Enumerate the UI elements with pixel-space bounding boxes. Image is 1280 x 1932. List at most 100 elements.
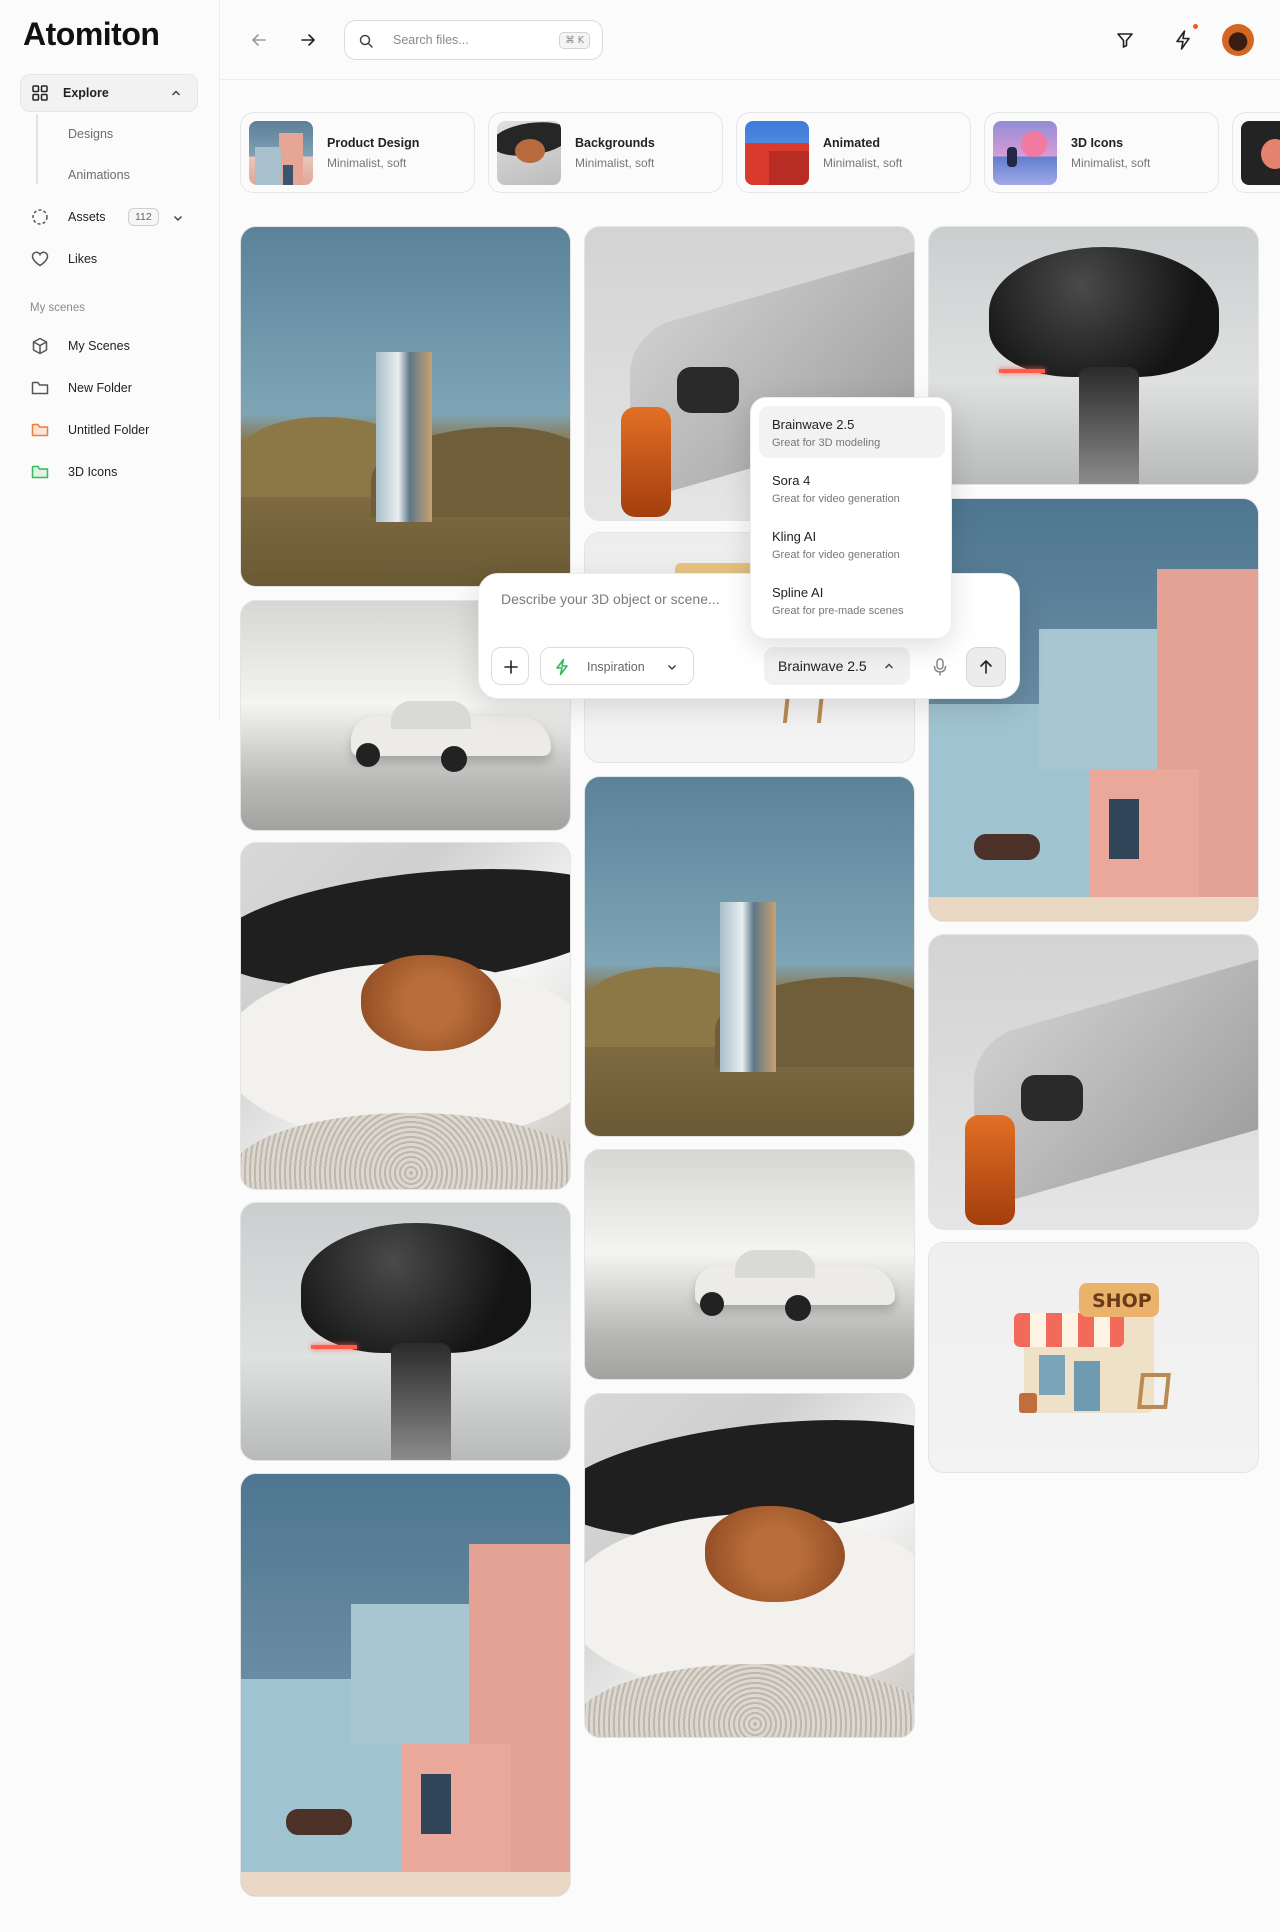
prompt-input[interactable]: Describe your 3D object or scene... — [501, 591, 720, 607]
arrow-up-icon — [980, 660, 992, 674]
chevron-down-icon — [667, 664, 677, 671]
sidebar-item-label: Likes — [68, 252, 98, 266]
search-box[interactable]: Search files... ⌘ K — [344, 20, 603, 60]
sidebar-item-my-scenes[interactable]: My Scenes — [30, 335, 130, 357]
folder-icon — [31, 423, 49, 437]
heart-icon — [31, 251, 49, 267]
helmet-shape — [989, 247, 1219, 377]
category-title: Animated — [823, 136, 880, 150]
model-dropdown-menu: Brainwave 2.5 Great for 3D modeling Sora… — [750, 397, 952, 639]
model-option-name: Brainwave 2.5 — [772, 417, 855, 432]
model-option-kling[interactable]: Kling AI Great for video generation — [759, 518, 945, 570]
section-label-my-scenes: My scenes — [30, 302, 85, 314]
gallery-card-monolith-2[interactable] — [584, 776, 915, 1137]
sidebar-item-label: My Scenes — [68, 339, 130, 353]
gallery-card-helmet[interactable] — [240, 1202, 571, 1461]
category-chip-backgrounds[interactable]: Backgrounds Minimalist, soft — [488, 112, 723, 193]
category-chip-animated[interactable]: Animated Minimalist, soft — [736, 112, 971, 193]
model-option-name: Spline AI — [772, 585, 824, 600]
helmet-shape — [301, 1223, 531, 1353]
mirror-monolith — [376, 352, 432, 522]
horse-figure — [974, 834, 1040, 860]
mirror-monolith — [720, 902, 776, 1072]
model-selector-label: Brainwave 2.5 — [778, 658, 867, 674]
subnav-line — [36, 114, 38, 184]
shop-awning — [1014, 1313, 1124, 1347]
app-logo[interactable]: Atomiton — [23, 16, 160, 53]
gallery-card-fabric-2[interactable] — [584, 1393, 915, 1738]
add-button[interactable] — [491, 647, 529, 685]
category-title: Backgrounds — [575, 136, 655, 150]
gallery-card-device-2[interactable] — [928, 934, 1259, 1230]
folder-icon — [31, 381, 49, 395]
model-option-sora[interactable]: Sora 4 Great for video generation — [759, 462, 945, 514]
textured-oval — [705, 1506, 845, 1602]
microphone-icon[interactable] — [932, 657, 948, 677]
chevron-up-icon — [884, 663, 894, 669]
category-chip-product-design[interactable]: Product Design Minimalist, soft — [240, 112, 475, 193]
folder-icon — [31, 465, 49, 479]
model-option-spline[interactable]: Spline AI Great for pre-made scenes — [759, 574, 945, 626]
cube-icon — [32, 337, 48, 355]
horse-figure — [286, 1809, 352, 1835]
model-option-name: Sora 4 — [772, 473, 811, 488]
inspiration-dropdown[interactable]: Inspiration — [540, 647, 694, 685]
sidebar-item-assets[interactable]: Assets — [30, 206, 106, 228]
category-subtitle: Minimalist, soft — [1071, 156, 1151, 170]
back-arrow-icon[interactable] — [249, 30, 269, 50]
chevron-down-icon[interactable] — [171, 211, 185, 225]
category-subtitle: Minimalist, soft — [823, 156, 903, 170]
model-option-desc: Great for pre-made scenes — [772, 605, 904, 617]
textured-oval — [361, 955, 501, 1051]
sidebar-item-label: 3D Icons — [68, 465, 118, 479]
filter-icon[interactable] — [1115, 30, 1135, 50]
category-thumbnail — [249, 121, 313, 185]
category-thumbnail — [1241, 121, 1280, 185]
gallery-card-pink-building[interactable] — [240, 1473, 571, 1897]
inspiration-label: Inspiration — [587, 660, 645, 674]
category-title: Product Design — [327, 136, 420, 150]
model-option-desc: Great for 3D modeling — [772, 437, 881, 449]
model-option-desc: Great for video generation — [772, 549, 900, 561]
assets-count-badge: 112 — [128, 208, 159, 226]
category-chip-3d-icons[interactable]: 3D Icons Minimalist, soft — [984, 112, 1219, 193]
gallery-card-fabric[interactable] — [240, 842, 571, 1190]
category-subtitle: Minimalist, soft — [575, 156, 655, 170]
search-icon — [359, 34, 373, 48]
sidebar-item-3d-icons[interactable]: 3D Icons — [30, 461, 117, 483]
sidebar-subitem-designs[interactable]: Designs — [68, 127, 113, 141]
sidebar-item-new-folder[interactable]: New Folder — [30, 377, 132, 399]
sidebar-item-label: Explore — [63, 86, 109, 100]
category-title: 3D Icons — [1071, 136, 1124, 150]
notification-dot — [1193, 24, 1198, 29]
search-shortcut: ⌘ K — [559, 32, 590, 49]
assets-icon — [32, 209, 48, 225]
forward-arrow-icon[interactable] — [298, 30, 318, 50]
sidebar-subitem-animations[interactable]: Animations — [68, 168, 130, 182]
sidebar: Atomiton Explore Designs Animations Asse… — [0, 0, 220, 720]
gallery-card-monolith[interactable] — [240, 226, 571, 587]
shop-sign-text: SHOP — [1092, 1290, 1152, 1312]
gallery-card-helmet-2[interactable] — [928, 226, 1259, 485]
category-thumbnail — [993, 121, 1057, 185]
sidebar-item-untitled-folder[interactable]: Untitled Folder — [30, 419, 149, 441]
gallery-card-pink-building-2[interactable] — [928, 498, 1259, 922]
search-placeholder: Search files... — [393, 33, 469, 47]
sidebar-item-label: Untitled Folder — [68, 423, 150, 437]
gallery-card-shop[interactable]: SHOP — [928, 1242, 1259, 1473]
sidebar-item-likes[interactable]: Likes — [30, 248, 97, 270]
model-selector[interactable]: Brainwave 2.5 — [764, 647, 910, 685]
model-option-brainwave[interactable]: Brainwave 2.5 Great for 3D modeling — [759, 406, 945, 458]
device-top — [974, 949, 1258, 1211]
chevron-up-icon[interactable] — [169, 86, 183, 100]
lightning-icon[interactable] — [1173, 29, 1193, 51]
category-subtitle: Minimalist, soft — [327, 156, 407, 170]
grid-icon — [32, 85, 48, 101]
gallery-card-car-2[interactable] — [584, 1149, 915, 1380]
sidebar-item-label: New Folder — [68, 381, 132, 395]
sidebar-item-explore[interactable]: Explore — [20, 74, 198, 112]
category-chip-partial[interactable] — [1232, 112, 1280, 193]
send-button[interactable] — [966, 647, 1006, 687]
model-option-name: Kling AI — [772, 529, 817, 544]
avatar[interactable] — [1222, 24, 1254, 56]
